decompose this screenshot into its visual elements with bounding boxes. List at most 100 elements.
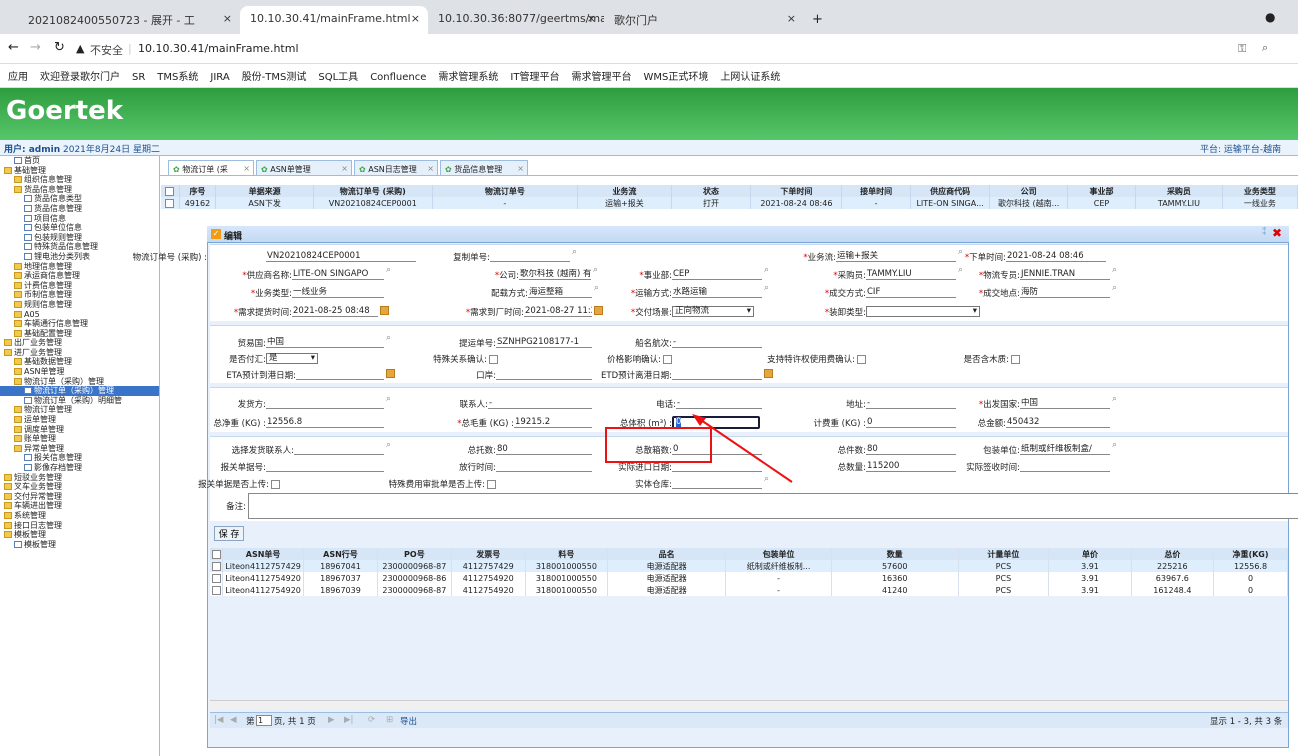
checkbox[interactable] bbox=[271, 480, 280, 489]
search-icon[interactable]: ⌕ bbox=[572, 247, 577, 257]
search-icon[interactable]: ⌕ bbox=[958, 247, 963, 257]
sidebar-item[interactable]: ASN单管理 bbox=[0, 367, 159, 377]
sidebar-item[interactable]: 承运商信息管理 bbox=[0, 271, 159, 281]
grid-header-cell[interactable]: 供应商代码 bbox=[910, 185, 991, 197]
form-field[interactable]: 80 bbox=[496, 444, 592, 455]
form-field[interactable]: 2021-08-25 08:48 bbox=[292, 306, 378, 317]
sidebar-item[interactable]: 短驳业务管理 bbox=[0, 473, 159, 483]
table-row[interactable]: Liteon4112754920 18967039 2300000968-87 411… bbox=[210, 584, 1288, 596]
form-field[interactable] bbox=[490, 251, 570, 262]
sidebar-item[interactable]: 影像存档管理 bbox=[0, 463, 159, 473]
form-field[interactable]: 中国 bbox=[1020, 398, 1110, 409]
form-field[interactable] bbox=[672, 369, 762, 380]
grid-header-cell[interactable]: 包装单位 bbox=[725, 548, 832, 560]
pin-icon[interactable]: ⁑ bbox=[1262, 228, 1267, 238]
export-link[interactable]: 导出 bbox=[400, 715, 417, 727]
main-tab[interactable]: ✿ 物流订单 (采 × bbox=[168, 160, 254, 176]
bookmark-item[interactable]: WMS正式环境 bbox=[643, 72, 708, 83]
browser-tab[interactable]: 10.10.30.41/mainFrame.html × bbox=[240, 6, 428, 34]
form-field[interactable]: SZNHPG2108177-1 bbox=[496, 337, 592, 348]
form-field[interactable]: 纸制或纤维板制盒/ bbox=[1020, 444, 1110, 455]
grid-header-cell[interactable]: 序号 bbox=[179, 185, 217, 197]
tab-close-icon[interactable]: × bbox=[243, 164, 250, 173]
tab-close-icon[interactable]: × bbox=[787, 12, 796, 25]
sidebar-item[interactable]: 进厂业务管理 bbox=[0, 348, 159, 358]
sidebar-item[interactable]: 基础配置管理 bbox=[0, 329, 159, 339]
remark-textarea[interactable] bbox=[248, 493, 1298, 519]
form-field[interactable]: 海运整箱 bbox=[528, 287, 592, 298]
grid-header-cell[interactable]: 品名 bbox=[607, 548, 727, 560]
bookmark-item[interactable]: 欢迎登录歌尔门户 bbox=[40, 72, 120, 83]
sidebar-item[interactable]: 模板管理 bbox=[0, 540, 159, 550]
search-icon[interactable]: ⌕ bbox=[1112, 394, 1117, 404]
sidebar-item[interactable]: 叉车业务管理 bbox=[0, 482, 159, 492]
grid-header-cell[interactable]: 料号 bbox=[525, 548, 609, 560]
tab-close-icon[interactable]: × bbox=[427, 164, 434, 173]
grid-header-cell[interactable]: 下单时间 bbox=[750, 185, 843, 197]
grid-header-cell[interactable]: 状态 bbox=[671, 185, 752, 197]
main-tab[interactable]: ✿ ASN日志管理 × bbox=[354, 160, 438, 176]
close-icon[interactable]: ✖ bbox=[1272, 226, 1282, 240]
form-field[interactable] bbox=[296, 369, 384, 380]
calendar-icon[interactable] bbox=[764, 369, 773, 378]
form-field[interactable]: - bbox=[676, 398, 762, 409]
sidebar-item[interactable]: 计费信息管理 bbox=[0, 281, 159, 291]
form-field[interactable]: 中国 bbox=[266, 337, 384, 348]
form-field[interactable]: 海防 bbox=[1020, 287, 1110, 298]
bookmark-item[interactable]: IT管理平台 bbox=[510, 72, 559, 83]
bookmark-item[interactable]: TMS系统 bbox=[157, 72, 198, 83]
sidebar-item[interactable]: 币制信息管理 bbox=[0, 290, 159, 300]
form-field[interactable]: 19215.2 bbox=[514, 417, 592, 428]
grid-header-cell[interactable]: ASN单号 bbox=[222, 548, 305, 560]
bookmark-item[interactable]: SR bbox=[132, 72, 145, 83]
calendar-icon[interactable] bbox=[594, 306, 603, 315]
sidebar-item[interactable]: 组织信息管理 bbox=[0, 175, 159, 185]
reload-icon[interactable]: ↻ bbox=[54, 40, 65, 55]
checkbox[interactable] bbox=[1011, 355, 1020, 364]
browser-tab[interactable]: 10.10.30.36:8077/geertms/ma × bbox=[428, 6, 604, 34]
refresh-icon[interactable]: ⟳ bbox=[368, 715, 375, 725]
form-field[interactable]: LITE-ON SINGAPO bbox=[292, 269, 384, 280]
sidebar-item[interactable]: 规则信息管理 bbox=[0, 300, 159, 310]
sidebar-item[interactable]: 物流订单管理 bbox=[0, 405, 159, 415]
form-field[interactable] bbox=[266, 398, 384, 409]
sidebar-item[interactable]: 报关信息管理 bbox=[0, 453, 159, 463]
search-icon[interactable]: ⌕ bbox=[764, 265, 769, 275]
sidebar-item[interactable]: 出厂业务管理 bbox=[0, 338, 159, 348]
sidebar-item[interactable]: 物流订单（采购）管理 bbox=[0, 386, 159, 396]
select-field[interactable]: ▾ bbox=[866, 306, 980, 317]
form-field[interactable]: VN20210824CEP0001 bbox=[266, 251, 416, 262]
sidebar-item[interactable]: A05 bbox=[0, 310, 159, 320]
sidebar-item[interactable]: 模板管理 bbox=[0, 530, 159, 540]
bookmark-item[interactable]: SQL工具 bbox=[318, 72, 358, 83]
checkbox[interactable] bbox=[489, 355, 498, 364]
grid-header-cell[interactable]: 单价 bbox=[1048, 548, 1132, 560]
bookmark-item[interactable]: 需求管理系统 bbox=[438, 72, 498, 83]
form-field[interactable]: 歌尔科技 (越南) 有 bbox=[519, 269, 591, 280]
sidebar-item[interactable]: 运单管理 bbox=[0, 415, 159, 425]
form-field[interactable]: 80 bbox=[866, 444, 956, 455]
profile-icon[interactable]: ● bbox=[1265, 10, 1275, 24]
sidebar-item[interactable]: 货品信息管理 bbox=[0, 185, 159, 195]
horizontal-scrollbar[interactable] bbox=[210, 700, 1288, 710]
grid-header-cell[interactable]: 业务类型 bbox=[1222, 185, 1298, 197]
sidebar-item[interactable]: 基础管理 bbox=[0, 166, 159, 176]
grid-header-cell[interactable]: ASN行号 bbox=[303, 548, 378, 560]
form-field[interactable] bbox=[496, 369, 592, 380]
grid-header-cell[interactable]: 公司 bbox=[989, 185, 1068, 197]
export-icon[interactable]: ⊞ bbox=[386, 715, 393, 725]
platform-label[interactable]: 平台: 运输平台-越南 bbox=[1200, 142, 1281, 155]
sidebar-item[interactable]: 接口日志管理 bbox=[0, 521, 159, 531]
checkbox[interactable] bbox=[857, 355, 866, 364]
select-field[interactable]: 是 ▾ bbox=[266, 353, 318, 364]
form-field[interactable]: CEP bbox=[672, 269, 762, 280]
tab-close-icon[interactable]: × bbox=[223, 12, 232, 25]
sidebar-item[interactable]: 包装规则管理 bbox=[0, 233, 159, 243]
sidebar-item[interactable]: 车辆进出管理 bbox=[0, 501, 159, 511]
sidebar-item[interactable]: 系统管理 bbox=[0, 511, 159, 521]
grid-header-cell[interactable]: 物流订单号 bbox=[432, 185, 579, 197]
search-icon[interactable]: ⌕ bbox=[958, 265, 963, 275]
table-row[interactable]: Liteon4112754920 18967037 2300000968-86 411… bbox=[210, 572, 1288, 584]
form-field[interactable]: 2021-08-27 11:25 bbox=[524, 306, 592, 317]
form-field[interactable]: - bbox=[866, 398, 956, 409]
